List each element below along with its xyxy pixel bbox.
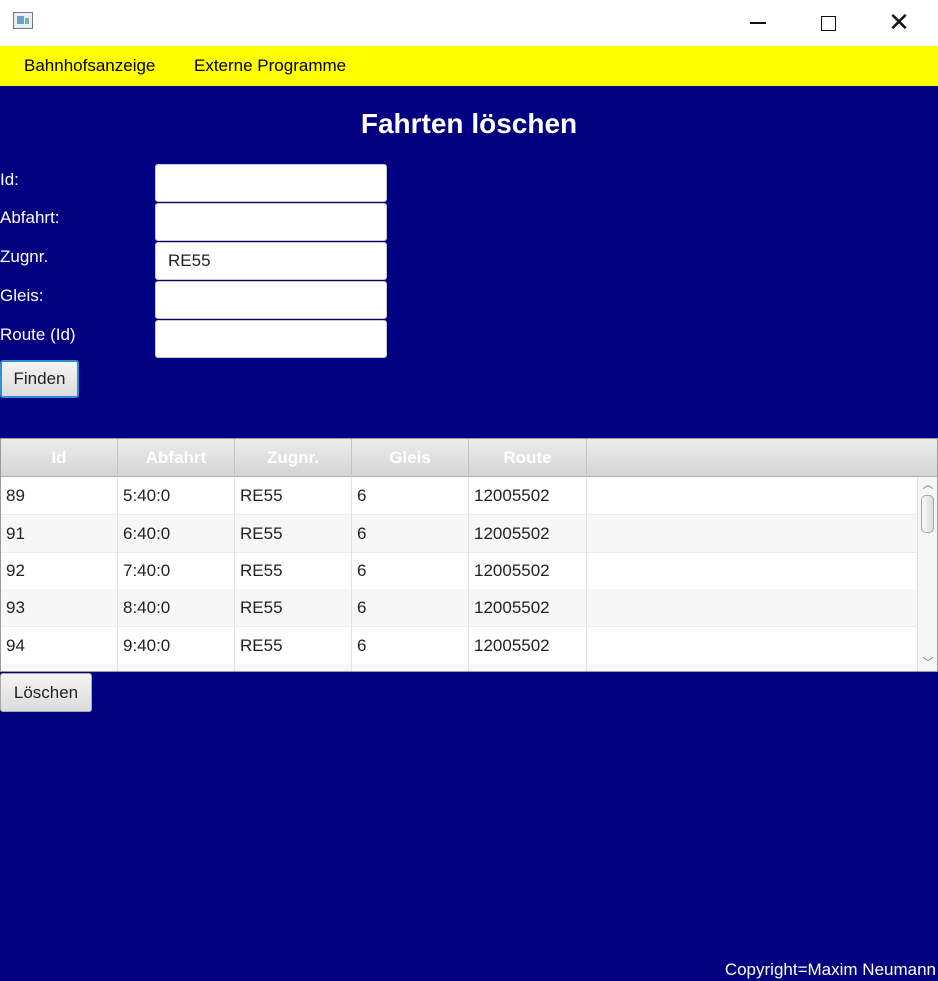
cell-route: 12005502 [469, 589, 587, 626]
cell-route: 12005502 [469, 552, 587, 589]
cell-gleis: 6 [352, 552, 469, 589]
table-row[interactable]: 94 9:40:0 RE55 6 12005502 [1, 627, 917, 665]
cell-route [469, 664, 587, 671]
cell-zugnr: RE55 [235, 589, 352, 626]
table-row[interactable]: 92 7:40:0 RE55 6 12005502 [1, 552, 917, 590]
cell-zugnr: RE55 [235, 627, 352, 664]
menu-externe-programme[interactable]: Externe Programme [194, 56, 346, 76]
cell-abfahrt: 9:40:0 [118, 627, 235, 664]
gleis-label: Gleis: [0, 286, 44, 305]
scroll-down-arrow-icon[interactable]: ﹀ [918, 655, 937, 671]
table-row[interactable]: 93 8:40:0 RE55 6 12005502 [1, 589, 917, 627]
maximize-button[interactable] [805, 0, 851, 46]
minimize-icon [750, 22, 766, 24]
cell-gleis: 6 [352, 627, 469, 664]
cell-id [1, 664, 118, 671]
cell-route: 12005502 [469, 515, 587, 552]
cell-route: 12005502 [469, 477, 587, 514]
column-header-gleis[interactable]: Gleis [352, 439, 469, 477]
route-id-input[interactable] [155, 320, 387, 358]
route-label: Route (Id) [0, 325, 76, 344]
maximize-icon [820, 15, 836, 31]
page-title: Fahrten löschen [360, 108, 578, 139]
cell-id: 94 [1, 627, 118, 664]
table-row[interactable] [1, 664, 917, 671]
cell-id: 89 [1, 477, 118, 514]
table-vertical-scrollbar[interactable]: ︿ ﹀ [917, 477, 937, 671]
cell-abfahrt: 7:40:0 [118, 552, 235, 589]
close-button[interactable]: ✕ [876, 0, 922, 46]
cell-gleis: 6 [352, 515, 469, 552]
column-header-route[interactable]: Route [469, 439, 587, 477]
id-label: Id: [0, 170, 19, 189]
column-header-zugnr[interactable]: Zugnr. [235, 439, 352, 477]
table-body: 89 5:40:0 RE55 6 12005502 91 6:40:0 RE55… [1, 477, 917, 671]
cell-id: 92 [1, 552, 118, 589]
finden-button[interactable]: Finden [0, 360, 79, 398]
cell-zugnr [235, 664, 352, 671]
table-row[interactable]: 91 6:40:0 RE55 6 12005502 [1, 515, 917, 553]
cell-abfahrt: 5:40:0 [118, 477, 235, 514]
cell-gleis: 6 [352, 477, 469, 514]
copyright-text: Copyright=Maxim Neumann [724, 960, 936, 979]
cell-id: 91 [1, 515, 118, 552]
table-row[interactable]: 89 5:40:0 RE55 6 12005502 [1, 477, 917, 515]
gleis-input[interactable] [155, 281, 387, 319]
abfahrt-label: Abfahrt: [0, 208, 60, 227]
scroll-up-arrow-icon[interactable]: ︿ [918, 477, 937, 493]
zugnr-label: Zugnr. [0, 247, 49, 266]
cell-abfahrt: 8:40:0 [118, 589, 235, 626]
abfahrt-input[interactable] [155, 203, 387, 241]
menu-bar: Bahnhofsanzeige Externe Programme [0, 46, 938, 86]
column-header-abfahrt[interactable]: Abfahrt [118, 439, 235, 477]
id-input[interactable] [155, 164, 387, 202]
cell-id: 93 [1, 589, 118, 626]
cell-gleis [352, 664, 469, 671]
cell-abfahrt: 6:40:0 [118, 515, 235, 552]
cell-gleis: 6 [352, 589, 469, 626]
minimize-button[interactable] [735, 0, 781, 46]
scroll-thumb[interactable] [921, 495, 934, 533]
results-table: Id Abfahrt Zugnr. Gleis Route 89 5:40:0 … [0, 438, 938, 672]
title-bar: ✕ [0, 0, 938, 46]
table-header: Id Abfahrt Zugnr. Gleis Route [1, 439, 937, 477]
app-window-icon [13, 12, 33, 29]
cell-abfahrt [118, 664, 235, 671]
cell-zugnr: RE55 [235, 552, 352, 589]
cell-route: 12005502 [469, 627, 587, 664]
menu-bahnhofsanzeige[interactable]: Bahnhofsanzeige [24, 56, 155, 76]
loeschen-button[interactable]: Löschen [0, 673, 92, 712]
cell-zugnr: RE55 [235, 515, 352, 552]
zugnr-input[interactable] [155, 242, 387, 280]
cell-zugnr: RE55 [235, 477, 352, 514]
column-header-id[interactable]: Id [1, 439, 118, 477]
close-icon: ✕ [888, 8, 910, 38]
